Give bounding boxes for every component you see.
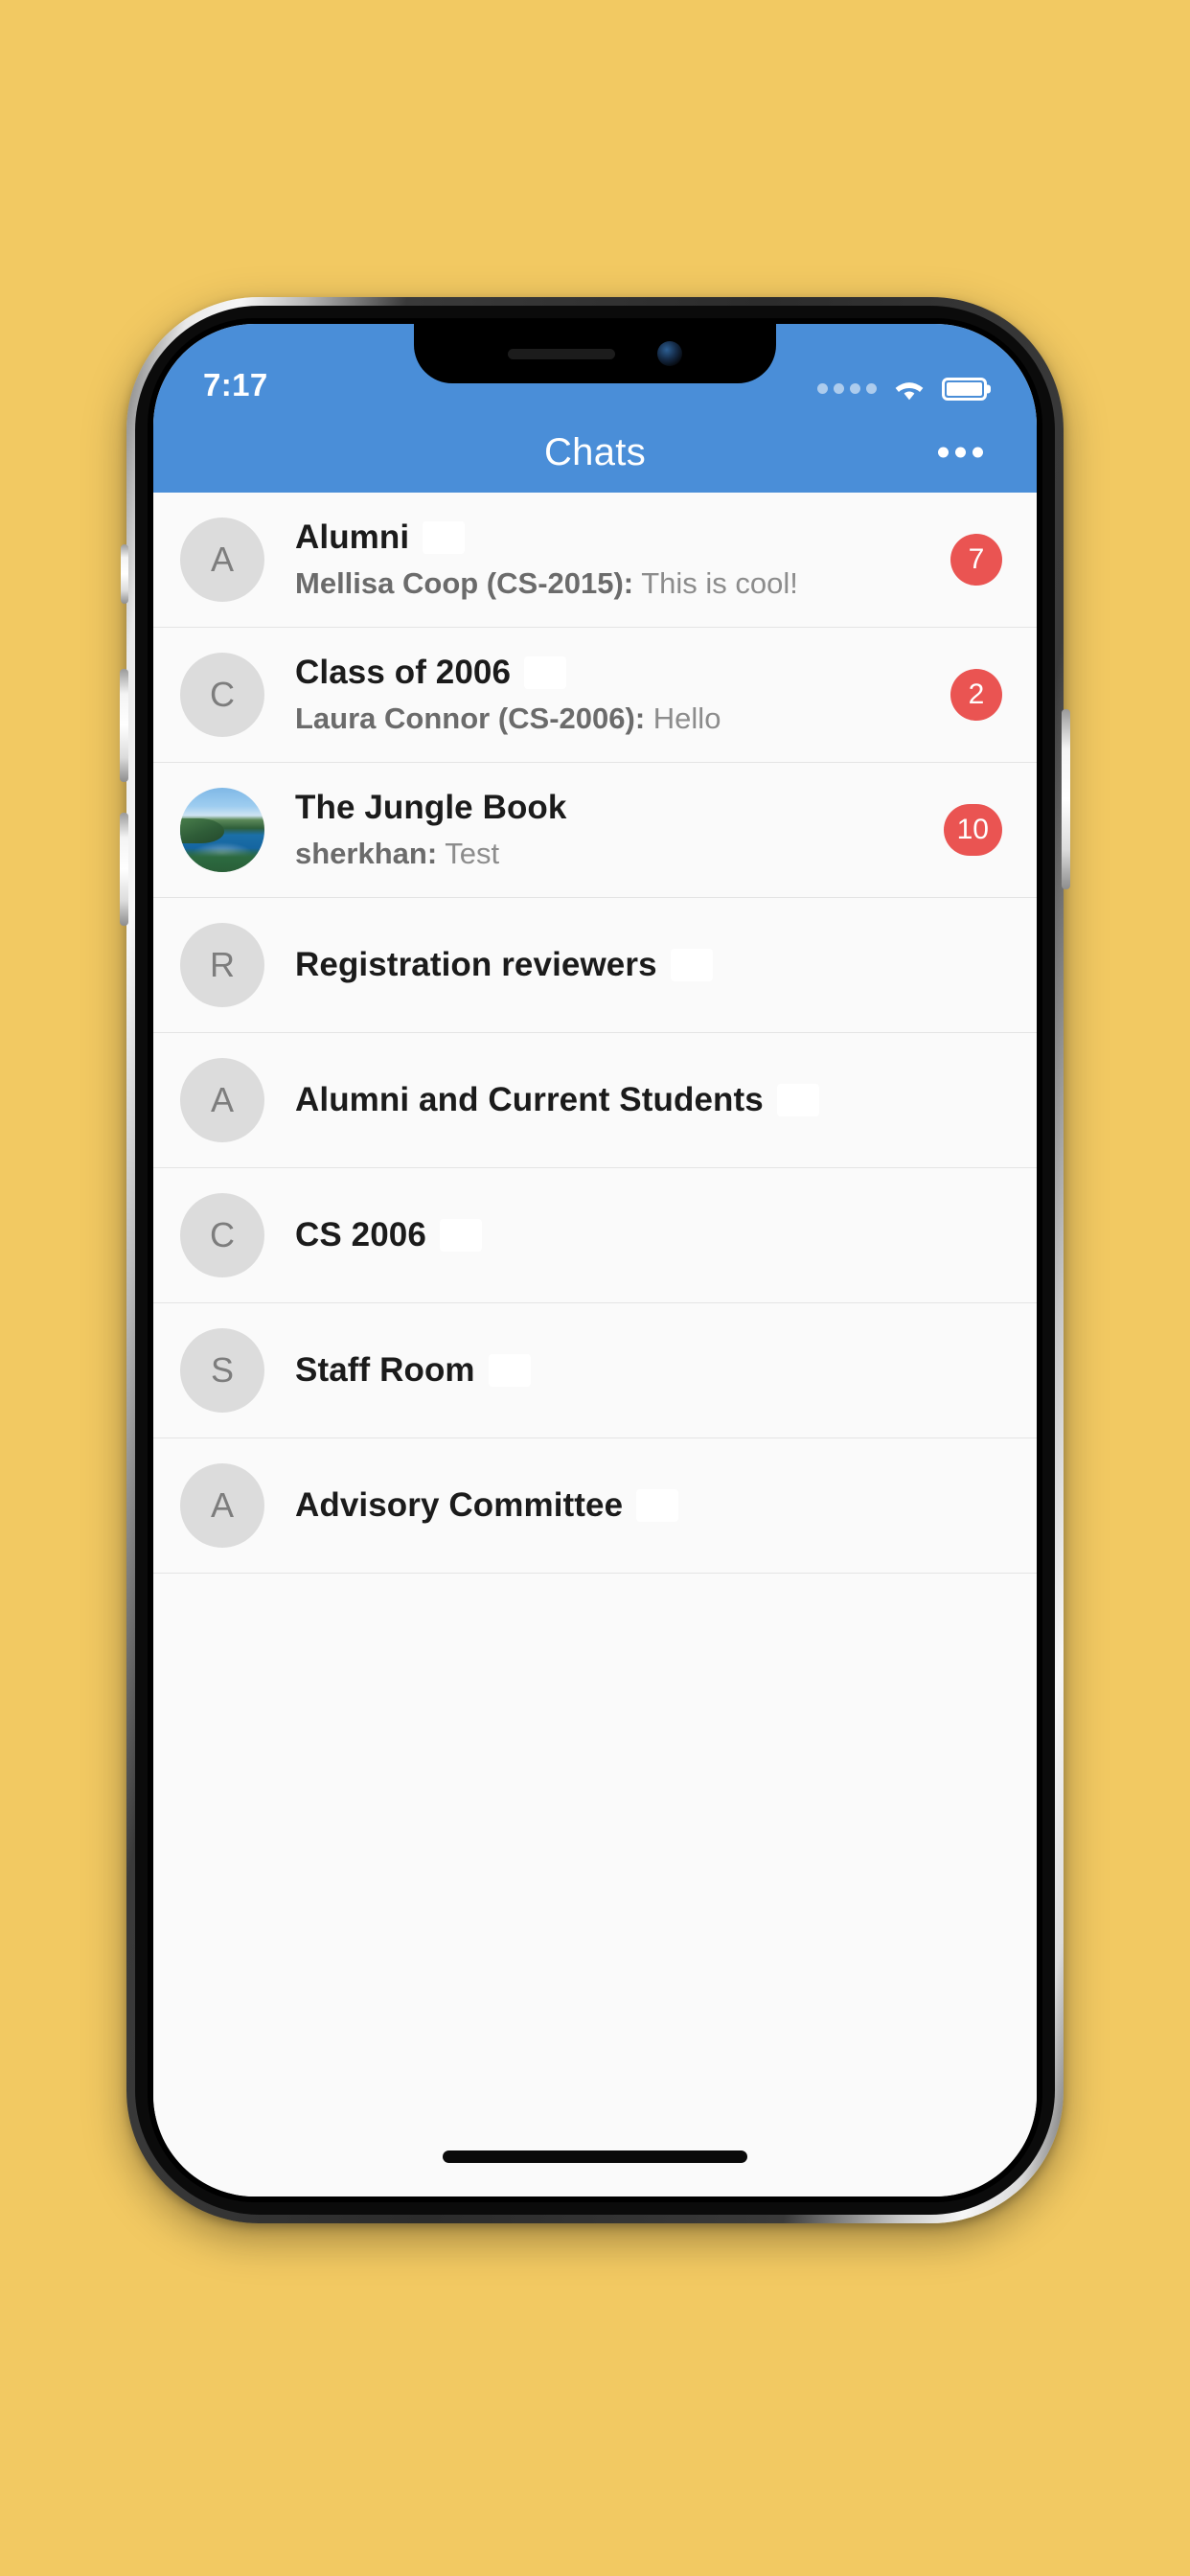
- nav-header: Chats: [153, 412, 1037, 493]
- chat-item-body: Alumni and Current Students: [264, 1081, 1002, 1119]
- chat-item-body: The Jungle Book sherkhan: Test: [264, 789, 928, 871]
- chat-title: Advisory Committee: [295, 1486, 624, 1524]
- chat-preview-message: Test: [445, 837, 500, 870]
- home-indicator[interactable]: [443, 2150, 747, 2163]
- speaker-grill-icon: [508, 348, 615, 359]
- chat-title-line: Class of 2006: [295, 654, 935, 692]
- battery-icon: [942, 377, 987, 401]
- chat-title-line: Registration reviewers: [295, 946, 1002, 984]
- chat-preview-text: Test: [437, 837, 499, 870]
- chat-list-item[interactable]: C Class of 2006 Laura Connor (CS-2006): He…: [153, 628, 1037, 763]
- front-camera-icon: [657, 341, 682, 366]
- chat-list-item[interactable]: A Alumni and Current Students: [153, 1033, 1037, 1168]
- avatar-initial: C: [180, 1193, 264, 1277]
- chat-title-line: The Jungle Book: [295, 789, 928, 827]
- chat-preview-message: This is cool!: [641, 566, 798, 600]
- chat-list-item[interactable]: A Alumni Mellisa Coop (CS-2015): This is c…: [153, 493, 1037, 628]
- redaction-block: [423, 521, 466, 554]
- home-indicator-area: [153, 2141, 1037, 2196]
- chat-item-body: Staff Room: [264, 1351, 1002, 1390]
- redaction-block: [488, 1354, 531, 1387]
- redaction-block: [439, 1219, 482, 1252]
- avatar-initial: A: [180, 518, 264, 602]
- chat-item-body: CS 2006: [264, 1216, 1002, 1254]
- notch: [414, 324, 776, 383]
- chat-preview: Mellisa Coop (CS-2015): This is cool!: [295, 566, 935, 601]
- unread-badge: 7: [950, 534, 1002, 586]
- chat-preview-sender: Mellisa Coop (CS-2015):: [295, 566, 634, 600]
- chat-preview: sherkhan: Test: [295, 837, 928, 871]
- redaction-block: [636, 1489, 679, 1522]
- chat-list-item[interactable]: A Advisory Committee: [153, 1438, 1037, 1574]
- more-options-button[interactable]: [930, 436, 991, 470]
- redaction-block: [776, 1084, 819, 1116]
- wifi-icon: [895, 382, 924, 401]
- chat-title-line: Alumni and Current Students: [295, 1081, 1002, 1119]
- chat-preview-sender: Laura Connor (CS-2006):: [295, 702, 646, 735]
- chat-list-item[interactable]: R Registration reviewers: [153, 898, 1037, 1033]
- chat-list[interactable]: A Alumni Mellisa Coop (CS-2015): This is c…: [153, 493, 1037, 2141]
- signal-dots-icon: [817, 383, 877, 394]
- chat-preview: Laura Connor (CS-2006): Hello: [295, 702, 935, 736]
- chat-title: Class of 2006: [295, 654, 512, 691]
- avatar-initial: A: [180, 1463, 264, 1548]
- chat-preview-message: Hello: [652, 702, 721, 735]
- chat-title-line: Advisory Committee: [295, 1486, 1002, 1525]
- redaction-block: [524, 656, 567, 689]
- avatar-initial: S: [180, 1328, 264, 1413]
- avatar-initial: R: [180, 923, 264, 1007]
- chat-title: CS 2006: [295, 1216, 426, 1254]
- chat-title-line: CS 2006: [295, 1216, 1002, 1254]
- chat-list-item[interactable]: C CS 2006: [153, 1168, 1037, 1303]
- unread-badge: 10: [943, 804, 1002, 856]
- power-button[interactable]: [1062, 709, 1070, 889]
- phone-screen: 7:17 Chats A Alumni Mellisa Coop (CS-2015)…: [153, 324, 1037, 2196]
- chat-title: Alumni and Current Students: [295, 1081, 764, 1118]
- chat-preview-text: Hello: [645, 702, 721, 735]
- chat-item-body: Registration reviewers: [264, 946, 1002, 984]
- volume-up-button[interactable]: [120, 669, 128, 782]
- avatar-photo: [180, 788, 264, 872]
- chat-item-body: Class of 2006 Laura Connor (CS-2006): Hel…: [264, 654, 935, 736]
- chat-title-line: Staff Room: [295, 1351, 1002, 1390]
- volume-down-button[interactable]: [120, 813, 128, 926]
- chat-item-body: Advisory Committee: [264, 1486, 1002, 1525]
- chat-preview-text: This is cool!: [633, 566, 798, 600]
- chat-list-item[interactable]: The Jungle Book sherkhan: Test 10: [153, 763, 1037, 898]
- chat-list-item[interactable]: S Staff Room: [153, 1303, 1037, 1438]
- redaction-block: [670, 949, 713, 981]
- status-indicators: [817, 377, 987, 406]
- chat-title: Registration reviewers: [295, 946, 657, 983]
- avatar-initial: C: [180, 653, 264, 737]
- chat-title-line: Alumni: [295, 518, 935, 557]
- chat-title: Alumni: [295, 518, 410, 556]
- silent-switch-button[interactable]: [121, 544, 128, 604]
- chat-item-body: Alumni Mellisa Coop (CS-2015): This is co…: [264, 518, 935, 601]
- unread-badge: 2: [950, 669, 1002, 721]
- chat-title: The Jungle Book: [295, 789, 567, 826]
- phone-device-frame: 7:17 Chats A Alumni Mellisa Coop (CS-2015)…: [120, 297, 1070, 2223]
- page-title: Chats: [544, 430, 646, 473]
- avatar-initial: A: [180, 1058, 264, 1142]
- chat-preview-sender: sherkhan:: [295, 837, 438, 870]
- chat-title: Staff Room: [295, 1351, 475, 1389]
- status-time: 7:17: [203, 367, 268, 402]
